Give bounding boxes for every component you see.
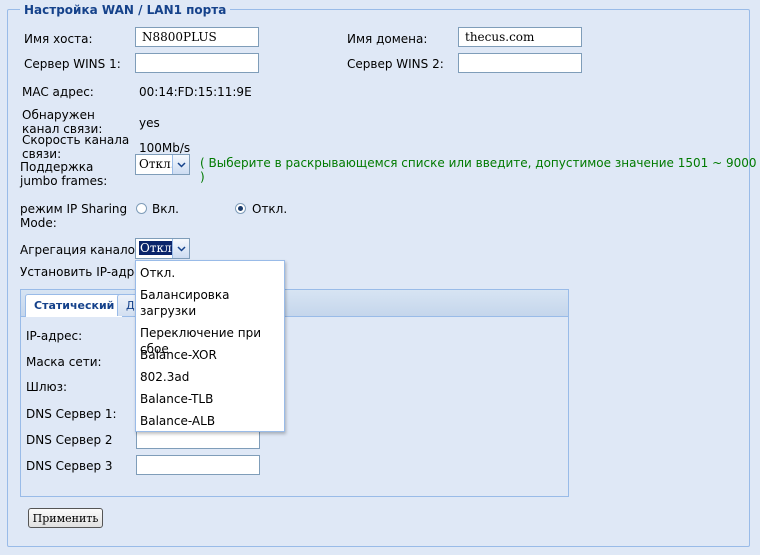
wins2-input[interactable] <box>458 53 582 73</box>
dns3-input[interactable] <box>136 455 260 475</box>
link-speed-value: 100Mb/s <box>139 141 191 155</box>
static-dns3-label: DNS Сервер 3 <box>26 459 113 473</box>
hostname-input[interactable]: N8800PLUS <box>135 27 259 47</box>
static-ip-label: IP-адрес: <box>26 329 83 343</box>
aggregation-option[interactable]: Balance-TLB <box>140 391 280 407</box>
wins1-input[interactable] <box>135 53 259 73</box>
ip-sharing-off-radio[interactable] <box>235 203 246 214</box>
aggregation-label: Агрегация каналов: <box>20 243 147 257</box>
dns2-input[interactable] <box>136 429 260 449</box>
section-title: Настройка WAN / LAN1 порта <box>20 3 231 17</box>
link-speed-label: Скорость канала связи: <box>22 133 130 161</box>
ip-sharing-on-label: Вкл. <box>152 202 179 216</box>
set-ip-label: Установить IP-адрес <box>20 265 149 279</box>
chevron-down-icon[interactable] <box>172 155 189 174</box>
jumbo-hint: ( Выберите в раскрывающемся списке или в… <box>200 156 757 184</box>
static-mask-label: Маска сети: <box>26 355 102 369</box>
chevron-down-icon[interactable] <box>172 239 189 258</box>
aggregation-option[interactable]: Балансировка загрузки <box>140 287 280 319</box>
wins2-label: Сервер WINS 2: <box>347 57 444 71</box>
aggregation-option[interactable]: Balance-XOR <box>140 347 280 363</box>
hostname-label: Имя хоста: <box>24 32 93 46</box>
ip-sharing-label: режим IP Sharing Mode: <box>20 202 128 230</box>
jumbo-select-value: Откл. <box>139 157 175 171</box>
apply-button[interactable]: Применить <box>28 508 103 528</box>
wins1-label: Сервер WINS 1: <box>24 57 121 71</box>
link-detected-value: yes <box>139 116 160 130</box>
jumbo-label: Поддержка jumbo frames: <box>20 160 108 188</box>
jumbo-select[interactable]: Откл. <box>135 154 190 175</box>
aggregation-option[interactable]: Откл. <box>140 265 280 281</box>
aggregation-option[interactable]: 802.3ad <box>140 369 280 385</box>
static-gateway-label: Шлюз: <box>26 380 68 394</box>
link-detected-label: Обнаружен канал связи: <box>22 108 103 136</box>
aggregation-dropdown-list: Откл. Балансировка загрузки Переключение… <box>135 260 285 432</box>
static-dns1-label: DNS Сервер 1: <box>26 407 117 421</box>
domain-input[interactable]: thecus.com <box>458 27 582 47</box>
mac-label: MAC адрес: <box>22 85 94 99</box>
tab-static[interactable]: Статический <box>25 294 124 317</box>
tab-strip: Статический Д <box>21 290 568 317</box>
ip-sharing-off-label: Откл. <box>252 202 288 216</box>
aggregation-select[interactable]: Откл. <box>135 238 190 259</box>
static-dns2-label: DNS Сервер 2 <box>26 433 113 447</box>
domain-label: Имя домена: <box>347 32 428 46</box>
ip-sharing-on-radio[interactable] <box>136 203 147 214</box>
aggregation-option[interactable]: Balance-ALB <box>140 413 280 429</box>
mac-value: 00:14:FD:15:11:9E <box>139 85 252 99</box>
aggregation-select-value: Откл. <box>139 241 177 255</box>
